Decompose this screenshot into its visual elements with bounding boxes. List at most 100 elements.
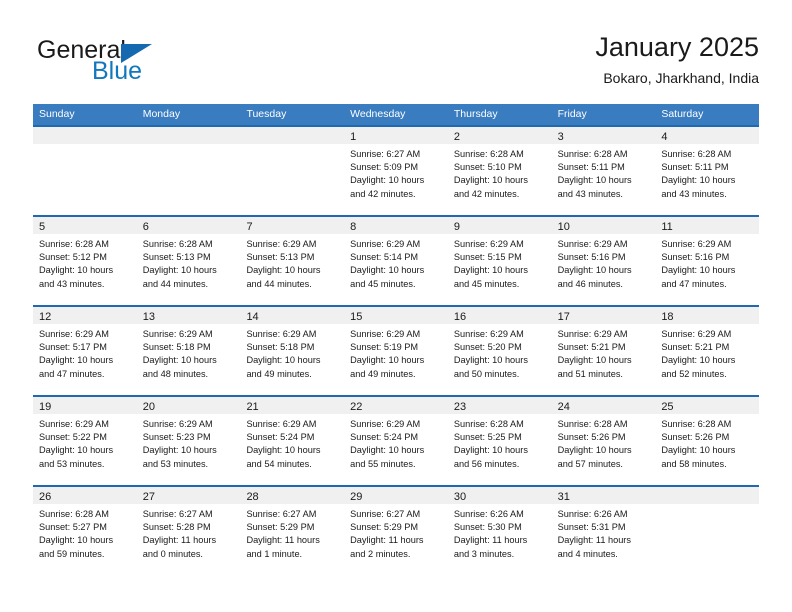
daylight-text-line1: Daylight: 10 hours <box>142 355 217 366</box>
daylight-text-line1: Daylight: 10 hours <box>453 175 528 186</box>
sunset-text: Sunset: 5:29 PM <box>246 522 315 533</box>
day-number-bar <box>33 127 137 144</box>
sunset-text: Sunset: 5:31 PM <box>557 522 626 533</box>
day-cell[interactable]: 16 Sunrise: 6:29 AM Sunset: 5:20 PM Dayligh… <box>447 305 552 395</box>
daylight-text-line1: Daylight: 10 hours <box>661 265 736 276</box>
day-number: 19 <box>39 401 52 413</box>
daylight-text-line1: Daylight: 10 hours <box>557 265 632 276</box>
sunrise-text: Sunrise: 6:29 AM <box>661 329 732 339</box>
day-cell[interactable]: 12 Sunrise: 6:29 AM Sunset: 5:17 PM Dayligh… <box>33 305 137 395</box>
day-cell[interactable]: 29 Sunrise: 6:27 AM Sunset: 5:29 PM Dayligh… <box>344 485 448 575</box>
day-cell[interactable]: 24 Sunrise: 6:28 AM Sunset: 5:26 PM Dayligh… <box>551 395 656 485</box>
day-number-bar: 8 <box>344 217 448 234</box>
day-number-bar: 23 <box>447 397 552 414</box>
daylight-text-line2: and 59 minutes. <box>39 548 105 559</box>
sunrise-text: Sunrise: 6:29 AM <box>453 329 524 339</box>
day-cell[interactable]: 8 Sunrise: 6:29 AM Sunset: 5:14 PM Daylight… <box>344 215 448 305</box>
sunset-text: Sunset: 5:15 PM <box>453 252 522 263</box>
day-number-bar: 26 <box>33 487 137 504</box>
sunrise-text: Sunrise: 6:28 AM <box>39 509 109 519</box>
sunset-text: Sunset: 5:25 PM <box>453 432 522 443</box>
sunset-text: Sunset: 5:12 PM <box>39 252 107 263</box>
sunrise-text: Sunrise: 6:28 AM <box>661 419 732 429</box>
day-cell[interactable]: 2 Sunrise: 6:28 AM Sunset: 5:10 PM Daylight… <box>447 125 552 215</box>
sunrise-text: Sunrise: 6:29 AM <box>142 419 213 429</box>
daylight-text-line1: Daylight: 11 hours <box>453 535 528 546</box>
day-cell[interactable]: 22 Sunrise: 6:29 AM Sunset: 5:24 PM Dayligh… <box>344 395 448 485</box>
day-cell[interactable]: 13 Sunrise: 6:29 AM Sunset: 5:18 PM Dayligh… <box>136 305 241 395</box>
day-cell[interactable]: 28 Sunrise: 6:27 AM Sunset: 5:29 PM Dayligh… <box>240 485 345 575</box>
daylight-text-line2: and 57 minutes. <box>557 458 623 469</box>
day-cell-details: Sunrise: 6:28 AM Sunset: 5:26 PM Daylight:… <box>655 414 759 471</box>
day-cell[interactable]: 3 Sunrise: 6:28 AM Sunset: 5:11 PM Daylight… <box>551 125 656 215</box>
daylight-text-line1: Daylight: 11 hours <box>557 535 631 546</box>
daylight-text-line1: Daylight: 10 hours <box>39 265 114 276</box>
sunrise-text: Sunrise: 6:28 AM <box>557 149 628 159</box>
daylight-text-line2: and 3 minutes. <box>453 548 515 559</box>
day-number: 25 <box>661 401 674 413</box>
day-cell[interactable]: 20 Sunrise: 6:29 AM Sunset: 5:23 PM Dayligh… <box>136 395 241 485</box>
day-cell[interactable]: 18 Sunrise: 6:29 AM Sunset: 5:21 PM Dayligh… <box>655 305 760 395</box>
day-cell-details: Sunrise: 6:28 AM Sunset: 5:27 PM Daylight:… <box>33 504 137 561</box>
daylight-text-line1: Daylight: 10 hours <box>39 445 114 456</box>
day-number: 27 <box>142 491 155 503</box>
day-cell[interactable]: 21 Sunrise: 6:29 AM Sunset: 5:24 PM Dayligh… <box>240 395 345 485</box>
day-number-bar: 2 <box>447 127 552 144</box>
sunset-text: Sunset: 5:16 PM <box>557 252 626 263</box>
day-cell[interactable]: 30 Sunrise: 6:26 AM Sunset: 5:30 PM Dayligh… <box>447 485 552 575</box>
daylight-text-line2: and 45 minutes. <box>453 278 520 289</box>
day-number: 30 <box>453 491 467 503</box>
daylight-text-line2: and 4 minutes. <box>557 548 618 559</box>
daylight-text-line2: and 47 minutes. <box>661 278 727 289</box>
day-cell-details: Sunrise: 6:28 AM Sunset: 5:11 PM Daylight:… <box>655 144 759 201</box>
day-number: 7 <box>246 221 253 233</box>
day-cell-details: Sunrise: 6:29 AM Sunset: 5:17 PM Daylight:… <box>33 324 137 381</box>
daylight-text-line1: Daylight: 10 hours <box>661 175 736 186</box>
sunset-text: Sunset: 5:21 PM <box>661 342 730 353</box>
day-cell[interactable]: 4 Sunrise: 6:28 AM Sunset: 5:11 PM Daylight… <box>655 125 760 215</box>
calendar-grid: Sunday Monday Tuesday Wednesday Thursday… <box>33 104 760 575</box>
day-number: 13 <box>142 311 155 323</box>
day-cell[interactable]: 25 Sunrise: 6:28 AM Sunset: 5:26 PM Dayligh… <box>655 395 760 485</box>
day-cell[interactable]: 15 Sunrise: 6:29 AM Sunset: 5:19 PM Dayligh… <box>344 305 448 395</box>
sunset-text: Sunset: 5:09 PM <box>350 162 419 173</box>
sunset-text: Sunset: 5:28 PM <box>142 522 211 533</box>
day-number-bar: 12 <box>33 307 137 324</box>
daylight-text-line2: and 53 minutes. <box>142 458 209 469</box>
calendar-week-row: 5 Sunrise: 6:28 AM Sunset: 5:12 PM Daylight… <box>33 215 760 305</box>
page-title: January 2025 <box>595 32 759 62</box>
day-number: 6 <box>142 221 149 233</box>
day-cell[interactable]: 14 Sunrise: 6:29 AM Sunset: 5:18 PM Dayligh… <box>240 305 345 395</box>
sunset-text: Sunset: 5:26 PM <box>661 432 730 443</box>
calendar-page: General Blue January 2025 Bokaro, Jharkh… <box>0 0 792 612</box>
day-cell[interactable]: 31 Sunrise: 6:26 AM Sunset: 5:31 PM Dayligh… <box>551 485 656 575</box>
daylight-text-line1: Daylight: 10 hours <box>661 445 736 456</box>
day-number-bar: 6 <box>136 217 241 234</box>
day-number-bar: 3 <box>551 127 656 144</box>
day-number-bar: 31 <box>551 487 656 504</box>
day-cell[interactable]: 7 Sunrise: 6:29 AM Sunset: 5:13 PM Daylight… <box>240 215 345 305</box>
daylight-text-line1: Daylight: 11 hours <box>350 535 424 546</box>
day-cell[interactable]: 9 Sunrise: 6:29 AM Sunset: 5:15 PM Daylight… <box>447 215 552 305</box>
weekday-thursday: Thursday <box>453 108 498 120</box>
day-number: 29 <box>350 491 363 503</box>
sunrise-text: Sunrise: 6:29 AM <box>350 239 421 249</box>
day-cell[interactable]: 11 Sunrise: 6:29 AM Sunset: 5:16 PM Dayligh… <box>655 215 760 305</box>
day-cell[interactable]: 5 Sunrise: 6:28 AM Sunset: 5:12 PM Daylight… <box>33 215 137 305</box>
daylight-text-line1: Daylight: 10 hours <box>661 355 736 366</box>
day-cell-details: Sunrise: 6:29 AM Sunset: 5:24 PM Daylight:… <box>344 414 448 471</box>
generalblue-logo[interactable]: General Blue <box>33 36 253 92</box>
day-cell[interactable]: 17 Sunrise: 6:29 AM Sunset: 5:21 PM Dayligh… <box>551 305 656 395</box>
day-cell[interactable]: 26 Sunrise: 6:28 AM Sunset: 5:27 PM Dayligh… <box>33 485 137 575</box>
daylight-text-line2: and 48 minutes. <box>142 368 209 379</box>
daylight-text-line1: Daylight: 11 hours <box>142 535 217 546</box>
day-cell[interactable]: 19 Sunrise: 6:29 AM Sunset: 5:22 PM Dayligh… <box>33 395 137 485</box>
day-cell[interactable]: 10 Sunrise: 6:29 AM Sunset: 5:16 PM Dayligh… <box>551 215 656 305</box>
daylight-text-line2: and 46 minutes. <box>557 278 623 289</box>
day-cell[interactable]: 23 Sunrise: 6:28 AM Sunset: 5:25 PM Dayligh… <box>447 395 552 485</box>
sunset-text: Sunset: 5:16 PM <box>661 252 730 263</box>
day-cell[interactable]: 6 Sunrise: 6:28 AM Sunset: 5:13 PM Daylight… <box>136 215 241 305</box>
day-cell[interactable]: 1 Sunrise: 6:27 AM Sunset: 5:09 PM Daylight… <box>344 125 448 215</box>
daylight-text-line1: Daylight: 10 hours <box>350 265 425 276</box>
day-cell[interactable]: 27 Sunrise: 6:27 AM Sunset: 5:28 PM Dayligh… <box>136 485 241 575</box>
